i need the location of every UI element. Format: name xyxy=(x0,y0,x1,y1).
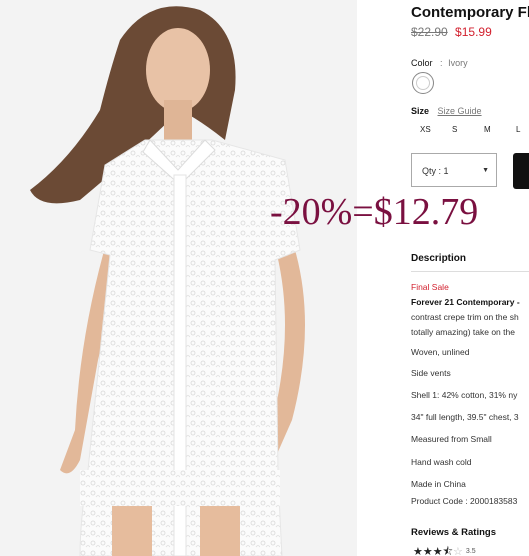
original-price: $22.90 xyxy=(411,25,448,39)
star-half-icon: ⯪ xyxy=(442,546,454,556)
model-illustration xyxy=(0,0,357,556)
description-heading: Description xyxy=(411,253,467,264)
size-option-l[interactable]: L xyxy=(516,125,529,134)
star-full-icon: ★ xyxy=(413,546,423,556)
divider xyxy=(411,271,529,272)
price-row: $22.90 $15.99 xyxy=(411,25,492,39)
star-full-icon: ★ xyxy=(432,546,443,556)
product-title: Contemporary Fl xyxy=(411,4,529,21)
color-label: Color xyxy=(411,58,433,68)
description-line: 34" full length, 39.5" chest, 3 xyxy=(411,412,519,422)
product-image[interactable] xyxy=(0,0,357,556)
star-empty-icon: ☆ xyxy=(453,546,463,556)
size-option-xs[interactable]: XS xyxy=(420,125,452,134)
add-to-bag-button[interactable] xyxy=(513,153,529,189)
star-rating[interactable]: ★★★⯪☆ 3.5 xyxy=(413,543,476,556)
size-label: Size xyxy=(411,106,430,116)
reviews-heading: Reviews & Ratings xyxy=(411,527,496,538)
description-line: Made in China xyxy=(411,479,466,489)
size-option-m[interactable]: M xyxy=(484,125,516,134)
description-line: Hand wash cold xyxy=(411,457,472,467)
product-details-panel: Contemporary Fl $22.90 $15.99 Color : Iv… xyxy=(411,0,529,556)
star-full-icon: ★ xyxy=(422,546,433,556)
size-option-s[interactable]: S xyxy=(452,125,484,134)
description-line: contrast crepe trim on the sh xyxy=(411,312,519,322)
rating-value: 3.5 xyxy=(465,548,476,555)
quantity-label: Qty : 1 xyxy=(422,166,449,176)
description-line: Measured from Small xyxy=(411,434,492,444)
color-row: Color : Ivory xyxy=(411,58,468,68)
color-separator: : xyxy=(440,58,443,68)
size-options: XS S M L xyxy=(420,125,529,134)
description-line: Woven, unlined xyxy=(411,347,470,357)
discount-overlay-text: -20%=$12.79 xyxy=(270,191,479,233)
size-row: Size Size Guide xyxy=(411,106,482,116)
quantity-select[interactable]: Qty : 1 ▼ xyxy=(411,153,497,187)
color-value: Ivory xyxy=(448,58,468,68)
product-code: Product Code : 2000183583 xyxy=(411,496,518,506)
size-guide-link[interactable]: Size Guide xyxy=(438,106,482,116)
description-line: totally amazing) take on the xyxy=(411,327,515,337)
description-line: Shell 1: 42% cotton, 31% ny xyxy=(411,390,518,400)
chevron-down-icon: ▼ xyxy=(482,167,489,174)
color-swatch-ivory[interactable] xyxy=(412,72,434,94)
sale-price: $15.99 xyxy=(455,25,492,39)
description-line: Side vents xyxy=(411,368,451,378)
description-lead: Forever 21 Contemporary - xyxy=(411,297,520,307)
final-sale-label: Final Sale xyxy=(411,282,449,292)
